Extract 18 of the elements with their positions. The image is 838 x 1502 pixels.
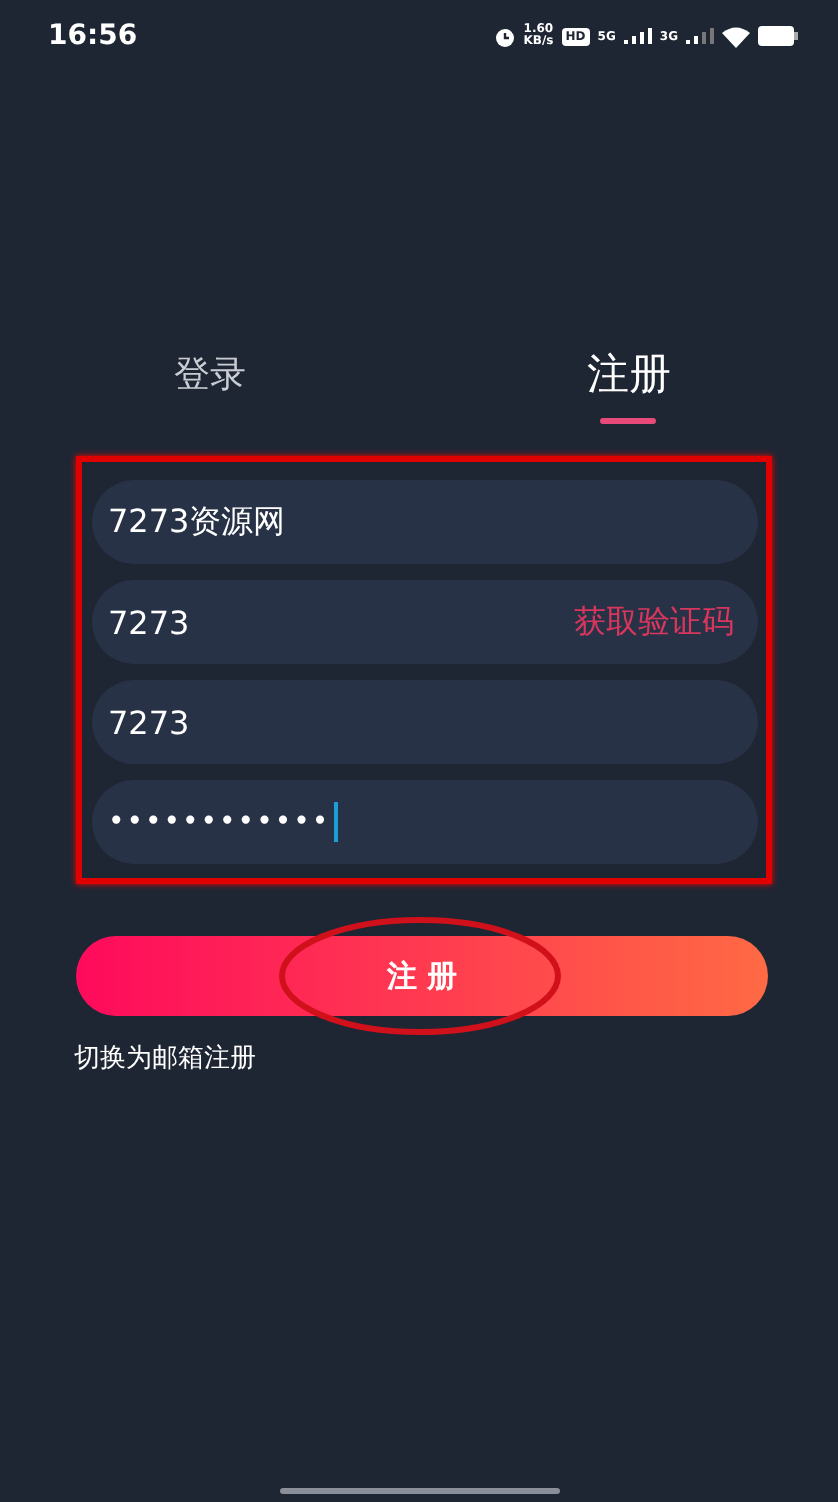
signal-icon: [623, 28, 652, 44]
tab[interactable]: 登录: [0, 332, 419, 432]
password-value: ••••••••••••: [108, 806, 331, 838]
wifi-icon: [722, 25, 750, 47]
input-field[interactable]: 7273 获取验证码: [92, 580, 758, 664]
field-value: 7273: [108, 603, 190, 641]
tab[interactable]: 注册: [419, 332, 838, 432]
register-button[interactable]: 注 册: [76, 936, 768, 1016]
switch-email-link[interactable]: 切换为邮箱注册: [74, 1040, 256, 1076]
field-value: 7273: [108, 703, 190, 741]
input-field[interactable]: ••••••••••••: [92, 780, 758, 864]
battery-icon: [758, 26, 798, 46]
status-time: 16:56: [48, 20, 138, 52]
input-field[interactable]: 7273: [92, 680, 758, 764]
alarm-icon: [493, 25, 516, 47]
input-field[interactable]: 7273资源网: [92, 480, 758, 564]
signal-icon: [686, 28, 714, 44]
field-value: 7273资源网: [108, 501, 286, 543]
